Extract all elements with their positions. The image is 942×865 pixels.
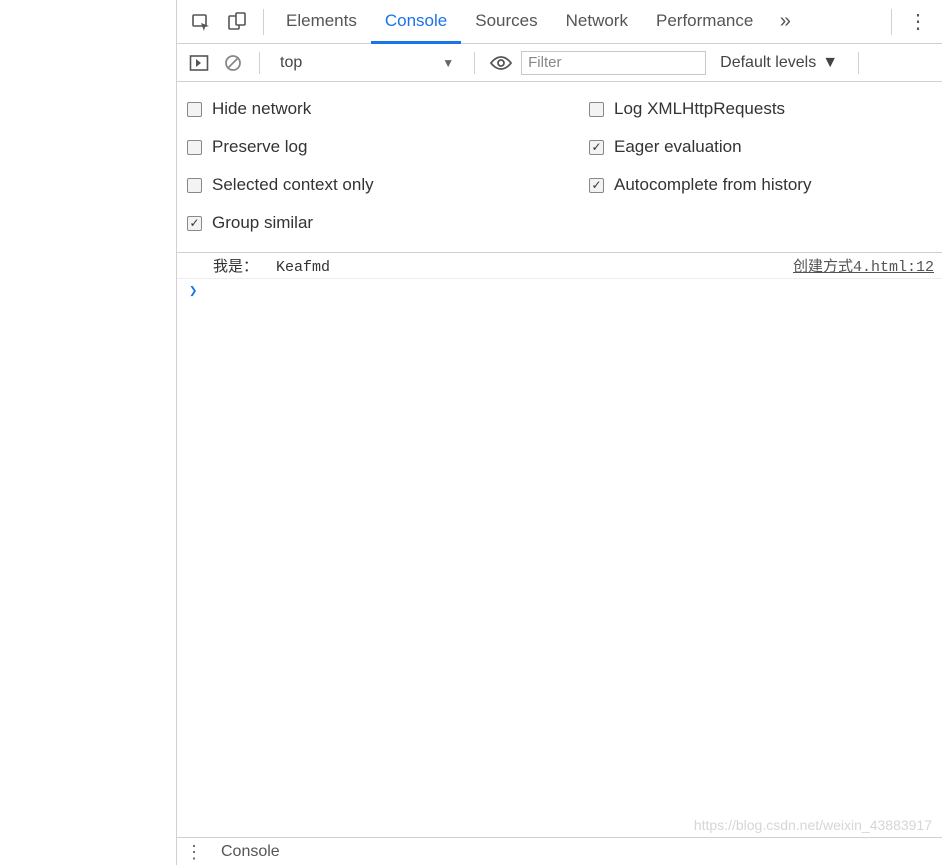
label-hide-network[interactable]: Hide network <box>212 99 311 119</box>
divider <box>858 52 859 74</box>
watermark-text: https://blog.csdn.net/weixin_43883917 <box>694 817 932 833</box>
tab-list: Elements Console Sources Network Perform… <box>272 0 767 43</box>
inspect-element-icon[interactable] <box>187 8 215 36</box>
label-selected-context[interactable]: Selected context only <box>212 175 374 195</box>
clear-console-icon[interactable] <box>219 49 247 77</box>
divider <box>263 9 264 35</box>
live-expression-icon[interactable] <box>487 49 515 77</box>
more-tabs-icon[interactable]: » <box>771 8 799 36</box>
log-source-link[interactable]: 创建方式4.html:12 <box>793 255 934 276</box>
divider <box>474 52 475 74</box>
console-toolbar: top ▼ Default levels ▼ <box>177 44 942 82</box>
checkbox-preserve-log[interactable] <box>187 140 202 155</box>
devtools-tab-bar: Elements Console Sources Network Perform… <box>177 0 942 44</box>
kebab-menu-icon[interactable]: ⋮ <box>904 8 932 36</box>
devtools-panel: Elements Console Sources Network Perform… <box>176 0 942 865</box>
prompt-caret-icon: ❯ <box>189 283 197 300</box>
page-gutter <box>0 0 176 865</box>
device-toolbar-icon[interactable] <box>223 8 251 36</box>
tab-network[interactable]: Network <box>552 1 642 44</box>
drawer-console-tab[interactable]: Console <box>221 843 280 861</box>
checkbox-group-similar[interactable] <box>187 216 202 231</box>
checkbox-autocomplete-history[interactable] <box>589 178 604 193</box>
divider <box>891 9 892 35</box>
console-log-area: 我是： Keafmd 创建方式4.html:12 ❯ https://blog.… <box>177 253 942 837</box>
chevron-down-icon: ▼ <box>822 54 838 72</box>
divider <box>259 52 260 74</box>
tab-sources[interactable]: Sources <box>461 1 551 44</box>
label-log-xhr[interactable]: Log XMLHttpRequests <box>614 99 785 119</box>
log-levels-label: Default levels <box>720 54 816 72</box>
checkbox-eager-eval[interactable] <box>589 140 604 155</box>
log-levels-select[interactable]: Default levels ▼ <box>712 54 846 72</box>
filter-input[interactable] <box>521 51 706 75</box>
log-entry: 我是： Keafmd 创建方式4.html:12 <box>177 253 942 279</box>
drawer-menu-icon[interactable]: ⋮ <box>185 843 203 861</box>
execution-context-label: top <box>280 54 302 72</box>
checkbox-log-xhr[interactable] <box>589 102 604 117</box>
console-prompt: ❯ <box>177 279 942 304</box>
label-eager-eval[interactable]: Eager evaluation <box>614 137 742 157</box>
label-group-similar[interactable]: Group similar <box>212 213 313 233</box>
label-autocomplete-history[interactable]: Autocomplete from history <box>614 175 811 195</box>
drawer-bar: ⋮ Console <box>177 837 942 865</box>
checkbox-selected-context[interactable] <box>187 178 202 193</box>
checkbox-hide-network[interactable] <box>187 102 202 117</box>
tab-elements[interactable]: Elements <box>272 1 371 44</box>
tab-performance[interactable]: Performance <box>642 1 767 44</box>
chevron-down-icon: ▼ <box>442 56 454 70</box>
toggle-sidebar-icon[interactable] <box>185 49 213 77</box>
execution-context-select[interactable]: top ▼ <box>272 54 462 72</box>
log-message: 我是： Keafmd <box>213 255 793 276</box>
console-input[interactable] <box>205 283 934 300</box>
tab-console[interactable]: Console <box>371 1 461 44</box>
label-preserve-log[interactable]: Preserve log <box>212 137 307 157</box>
console-settings: Hide network Log XMLHttpRequests Preserv… <box>177 82 942 253</box>
